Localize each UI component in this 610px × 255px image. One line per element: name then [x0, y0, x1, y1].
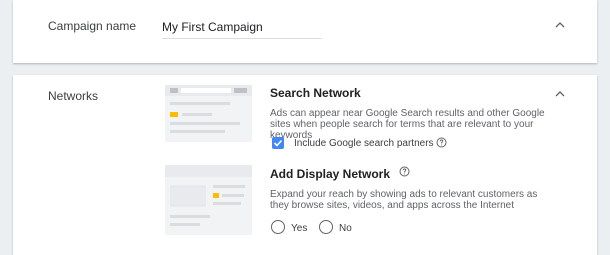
search-network-description: Ads can appear near Google Search result… — [270, 108, 545, 141]
display-network-description: Expand your reach by showing ads to rele… — [270, 189, 538, 211]
campaign-name-label: Campaign name — [48, 19, 137, 33]
search-network-illustration — [165, 85, 252, 142]
display-yes-label: Yes — [291, 223, 308, 234]
campaign-name-input[interactable]: My First Campaign — [162, 13, 322, 39]
display-yes-radio[interactable] — [271, 220, 285, 234]
display-no-label: No — [339, 223, 352, 234]
networks-card: Networks Search Network Ads can appear n… — [13, 75, 597, 255]
checkmark-icon — [273, 139, 283, 147]
chevron-up-icon[interactable] — [553, 87, 567, 101]
search-network-title: Search Network — [270, 86, 361, 100]
display-no-radio[interactable] — [319, 220, 333, 234]
help-circle-icon[interactable] — [399, 166, 410, 177]
search-partners-checkbox[interactable] — [272, 137, 284, 149]
display-network-illustration — [165, 165, 252, 235]
display-network-title: Add Display Network — [270, 167, 391, 181]
networks-label: Networks — [48, 89, 99, 103]
chevron-up-icon[interactable] — [553, 18, 567, 32]
help-circle-icon[interactable] — [436, 137, 447, 148]
campaign-name-value: My First Campaign — [162, 20, 263, 34]
campaign-name-card: Campaign name My First Campaign — [13, 0, 597, 63]
search-partners-label: Include Google search partners — [294, 138, 434, 149]
